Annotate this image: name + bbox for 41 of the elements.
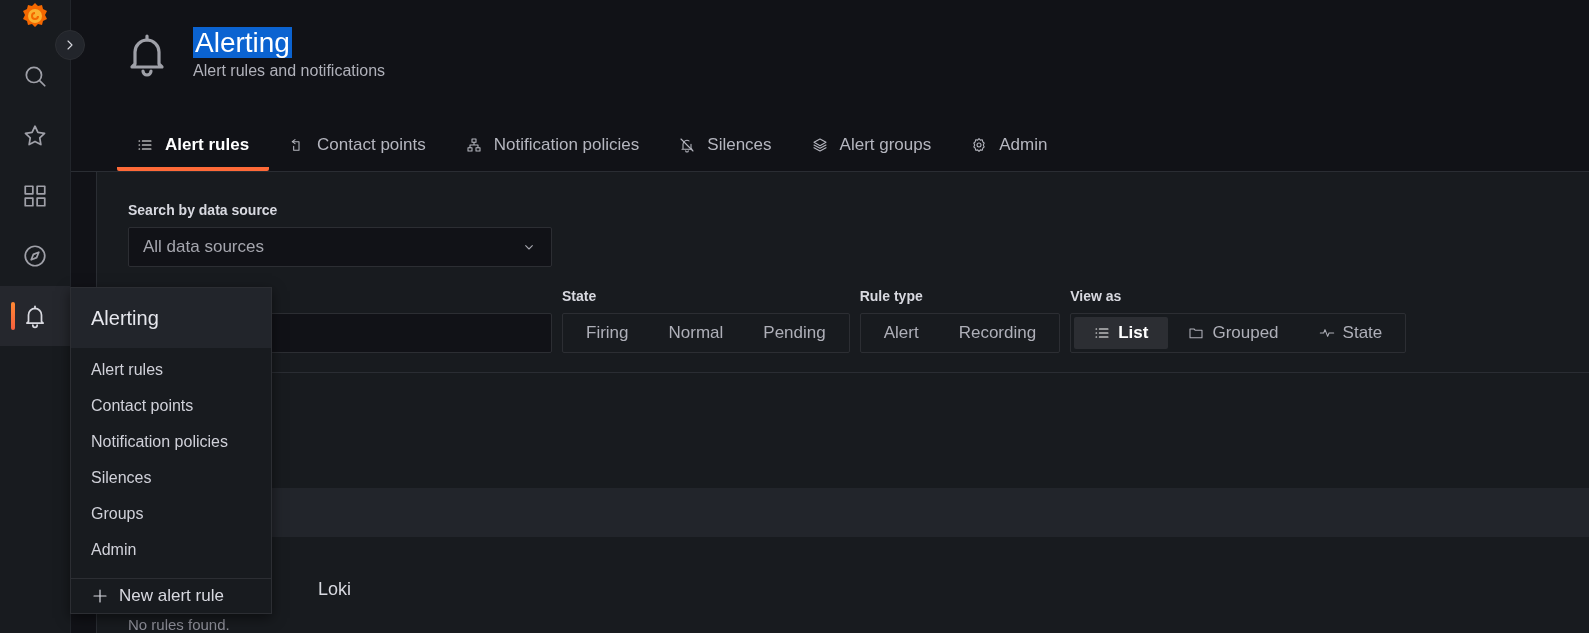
radio-option[interactable]: Pending xyxy=(743,317,846,349)
datasource-select[interactable]: All data sources xyxy=(128,227,552,267)
empty-message: No rules found. xyxy=(128,616,231,633)
new-alert-rule-item[interactable]: New alert rule xyxy=(71,579,271,613)
logo-icon xyxy=(22,2,48,30)
tab[interactable]: Notification policies xyxy=(445,122,660,171)
radio-option[interactable]: Grouped xyxy=(1168,317,1299,349)
field-label: View as xyxy=(1070,288,1123,306)
tab[interactable]: Contact points xyxy=(269,122,446,171)
menu-item[interactable]: Admin xyxy=(71,532,271,568)
sidebar-item[interactable] xyxy=(0,286,70,346)
page-title: Alerting xyxy=(193,27,292,58)
menu-item[interactable]: Contact points xyxy=(71,388,271,424)
menu-item[interactable]: Groups xyxy=(71,496,271,532)
plus-icon xyxy=(91,587,109,605)
data-source-name: Loki xyxy=(318,579,353,600)
tab[interactable]: Silences xyxy=(659,122,792,171)
menu-item[interactable]: Notification policies xyxy=(71,424,271,460)
radio-option[interactable]: Firing xyxy=(566,317,649,349)
grid-icon xyxy=(22,183,48,209)
field-label: State xyxy=(562,288,598,306)
field-label: Search by data source xyxy=(128,202,279,220)
page-subtitle: Alert rules and notifications xyxy=(193,62,386,80)
menu-header: Alerting xyxy=(71,288,271,348)
folder-icon xyxy=(1188,325,1205,341)
menu-item[interactable]: Silences xyxy=(71,460,271,496)
layers-icon xyxy=(811,136,828,153)
bell-off-icon xyxy=(679,136,696,153)
tab[interactable]: Alert groups xyxy=(791,122,952,171)
radio-option[interactable]: State xyxy=(1298,317,1403,349)
radio-option[interactable]: Recording xyxy=(938,317,1057,349)
radio-option[interactable]: Alert xyxy=(863,317,939,349)
menu-item[interactable]: Alert rules xyxy=(71,352,271,388)
radio-option[interactable]: List xyxy=(1074,317,1169,349)
compass-icon xyxy=(22,243,48,269)
tab[interactable]: Admin xyxy=(951,122,1068,171)
hierarchy-icon xyxy=(465,136,482,153)
radio-option[interactable]: Normal xyxy=(648,317,744,349)
list-icon xyxy=(1094,325,1111,341)
field-label: Rule type xyxy=(859,288,924,306)
settings-icon xyxy=(971,136,988,153)
